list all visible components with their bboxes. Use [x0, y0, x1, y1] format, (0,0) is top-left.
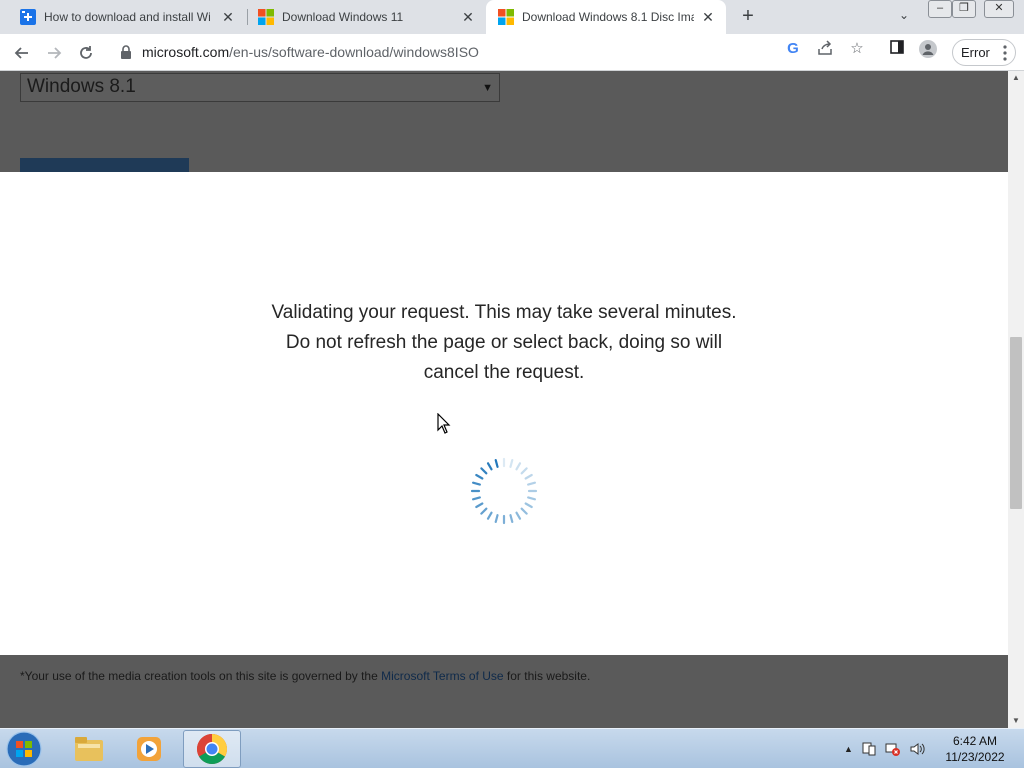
spinner-tick [515, 511, 522, 520]
scroll-down-arrow-icon[interactable]: ▼ [1008, 714, 1024, 728]
loading-spinner-icon [470, 457, 538, 525]
taskbar-clock[interactable]: 6:42 AM 11/23/2022 [940, 733, 1010, 765]
folder-icon [75, 737, 103, 761]
microsoft-logo-icon [498, 9, 514, 25]
clock-time: 6:42 AM [952, 734, 998, 748]
spinner-tick [527, 481, 537, 486]
edition-select[interactable]: Windows 8.1 ▼ [20, 73, 500, 102]
address-bar[interactable]: microsoft.com/en-us/software-download/wi… [110, 38, 880, 67]
spinner-tick [486, 462, 493, 471]
url-text: microsoft.com/en-us/software-download/wi… [142, 44, 479, 60]
share-icon[interactable] [816, 40, 834, 58]
spinner-tick [520, 507, 528, 515]
spinner-tick [471, 481, 481, 486]
windows-start-orb-icon[interactable] [6, 731, 42, 767]
dimmed-page-footer: *Your use of the media creation tools on… [0, 655, 1008, 728]
microsoft-logo-icon [258, 9, 274, 25]
validation-line-3: cancel the request. [423, 362, 585, 383]
tab-close-icon[interactable]: ✕ [700, 9, 716, 25]
tab-download-windows-11[interactable]: Download Windows 11 ✕ [248, 0, 486, 34]
spinner-tick [475, 473, 484, 480]
network-warning-icon[interactable] [885, 741, 901, 757]
reload-icon[interactable] [73, 40, 99, 66]
media-player-icon [137, 737, 161, 761]
back-arrow-icon[interactable] [9, 40, 35, 66]
action-center-flag-icon[interactable] [861, 741, 877, 757]
footer-prefix: *Your use of the media creation tools on… [20, 669, 382, 683]
spinner-tick [527, 496, 537, 501]
browser-toolbar: microsoft.com/en-us/software-download/wi… [0, 34, 1024, 71]
taskbar-media-player[interactable] [120, 730, 178, 768]
spinner-tick [524, 502, 533, 509]
validation-message: Validating your request. This may take s… [0, 298, 1008, 388]
validation-line-1: Validating your request. This may take s… [271, 302, 737, 323]
url-path: /en-us/software-download/windows8ISO [229, 44, 479, 60]
spinner-tick [515, 462, 522, 471]
windows-taskbar: ▲ 6:42 AM 11/23/2022 [0, 728, 1024, 768]
scrollbar-thumb[interactable] [1010, 337, 1022, 509]
validation-line-2: Do not refresh the page or select back, … [285, 332, 723, 353]
confirm-button[interactable] [20, 158, 189, 172]
scroll-up-arrow-icon[interactable]: ▲ [1008, 71, 1024, 85]
forward-arrow-icon[interactable] [41, 40, 67, 66]
url-host: microsoft.com [142, 44, 230, 60]
footer-terms-text: *Your use of the media creation tools on… [20, 669, 590, 683]
lock-icon [121, 45, 131, 59]
spinner-tick [494, 514, 499, 524]
footer-suffix: for this website. [503, 669, 591, 683]
terms-of-use-link[interactable]: Microsoft Terms of Use [381, 669, 503, 683]
spinner-tick [509, 514, 514, 524]
spinner-tick [475, 502, 484, 509]
vertical-scrollbar[interactable]: ▲ ▼ [1008, 71, 1024, 728]
tab-close-icon[interactable]: ✕ [460, 9, 476, 25]
profile-avatar-icon[interactable] [919, 40, 937, 58]
spinner-tick [509, 458, 514, 468]
profile-error-button[interactable]: Error [952, 39, 1016, 66]
system-tray: ▲ [844, 739, 925, 759]
mouse-cursor-icon [437, 413, 451, 434]
plus-page-favicon-icon [20, 9, 36, 25]
tab-search-chevron-icon[interactable]: ⌄ [894, 8, 914, 26]
spinner-tick [480, 467, 488, 475]
tray-expand-arrow-icon[interactable]: ▲ [844, 744, 853, 754]
taskbar-chrome[interactable] [183, 730, 241, 768]
clock-date: 11/23/2022 [945, 750, 1005, 764]
taskbar-explorer[interactable] [60, 730, 118, 768]
bookmark-star-icon[interactable]: ☆ [848, 40, 866, 58]
dimmed-page-top: Windows 8.1 ▼ [0, 71, 1008, 172]
side-panel-icon[interactable] [888, 40, 906, 58]
tab-title: Download Windows 11 [282, 10, 404, 24]
kebab-menu-icon [1003, 45, 1007, 61]
restore-window-icon[interactable]: ❐ [952, 0, 976, 18]
chevron-down-icon: ▼ [482, 82, 493, 94]
google-lens-icon[interactable]: G [784, 40, 802, 58]
new-tab-plus-icon[interactable]: + [736, 5, 760, 29]
spinner-tick [524, 473, 533, 480]
chrome-icon [196, 734, 228, 765]
tab-download-windows-81[interactable]: Download Windows 8.1 Disc Ima ✕ [486, 0, 726, 34]
page-viewport: Windows 8.1 ▼ Validating your request. T… [0, 71, 1008, 728]
tab-strip: How to download and install Wi ✕ Downloa… [0, 0, 1024, 34]
spinner-tick [486, 511, 493, 520]
spinner-tick [494, 458, 499, 468]
tab-how-to-download[interactable]: How to download and install Wi ✕ [0, 0, 246, 34]
error-label: Error [961, 45, 990, 60]
spinner-tick [520, 467, 528, 475]
spinner-tick [471, 496, 481, 501]
validation-dialog: Validating your request. This may take s… [0, 172, 1008, 655]
minimize-window-icon[interactable]: – [928, 0, 952, 18]
tab-title: How to download and install Wi [44, 10, 211, 24]
close-window-icon[interactable]: ✕ [984, 0, 1014, 18]
tab-title: Download Windows 8.1 Disc Ima [522, 10, 694, 24]
tab-close-icon[interactable]: ✕ [220, 9, 236, 25]
volume-speaker-icon[interactable] [909, 741, 925, 757]
edition-select-value: Windows 8.1 [27, 76, 136, 97]
spinner-tick [480, 507, 488, 515]
